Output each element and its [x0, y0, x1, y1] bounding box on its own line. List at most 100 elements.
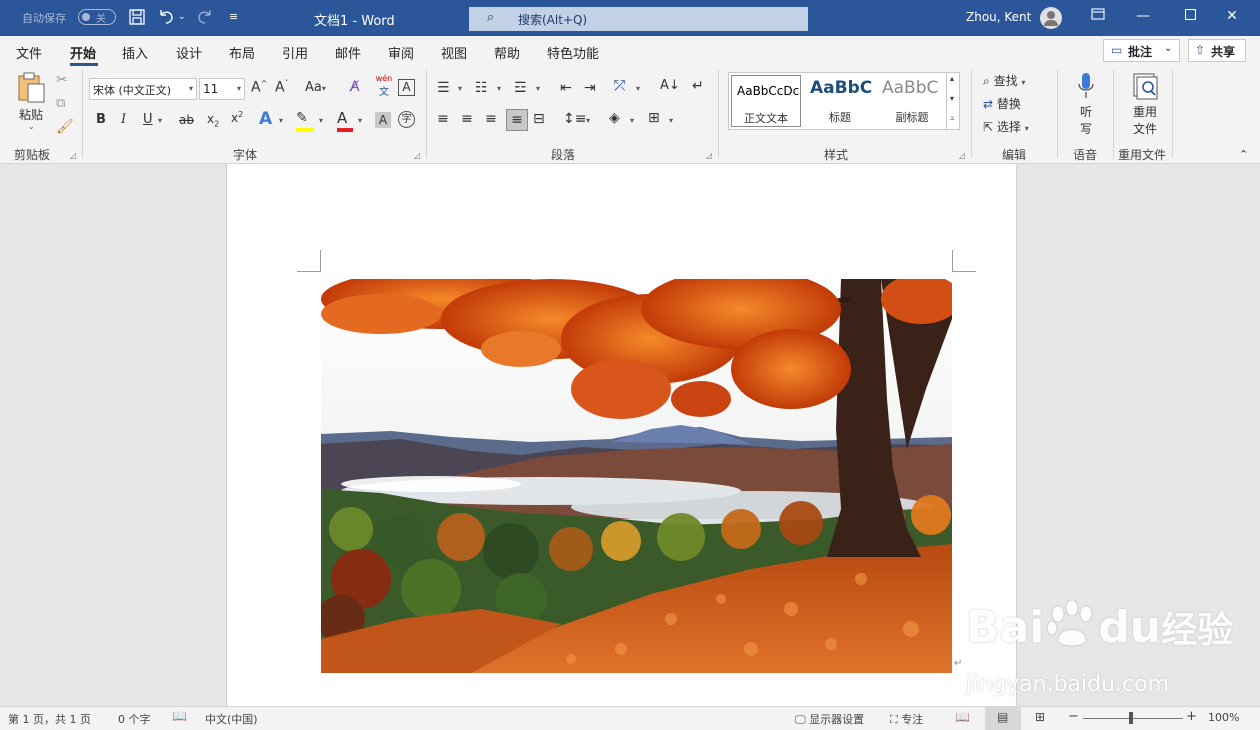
tab-layout[interactable]: 布局	[229, 43, 255, 62]
autumn-tree-image[interactable]	[321, 279, 952, 673]
focus-button[interactable]: ⛶ 专注	[890, 711, 923, 727]
increase-indent-icon[interactable]: ⇥	[584, 80, 596, 96]
align-left-icon[interactable]: ≡	[437, 111, 449, 127]
styles-scroll[interactable]: ▴ ▾ ⩡	[946, 72, 960, 130]
character-shading-icon[interactable]: A	[375, 112, 391, 128]
redo-icon[interactable]	[196, 8, 214, 30]
word-count[interactable]: 0 个字	[118, 711, 151, 727]
underline-icon[interactable]: U	[143, 112, 153, 127]
highlight-icon[interactable]: ✎	[296, 110, 314, 132]
undo-dropdown-icon[interactable]: ⌄	[178, 12, 186, 22]
read-mode-icon[interactable]: 📖	[955, 710, 970, 724]
tab-review[interactable]: 审阅	[388, 43, 414, 62]
decrease-indent-icon[interactable]: ⇤	[560, 80, 572, 96]
multilevel-list-icon[interactable]: ☲	[514, 80, 527, 96]
page-count[interactable]: 第 1 页，共 1 页	[8, 711, 91, 727]
change-case-button[interactable]: Aa▾	[305, 80, 326, 95]
replace-button[interactable]: ⇄ 替换	[983, 95, 1021, 112]
character-border-icon[interactable]: A	[398, 79, 415, 96]
numbering-icon[interactable]: ☷	[475, 80, 488, 96]
chevron-down-icon[interactable]: ▾	[669, 116, 673, 125]
cut-icon[interactable]: ✂	[56, 72, 68, 88]
autosave-toggle[interactable]: 关	[78, 9, 116, 25]
document-page[interactable]: ↵	[226, 164, 1017, 706]
display-settings-button[interactable]: 🖵 显示器设置	[795, 711, 864, 727]
style-heading[interactable]: AaBbC 标题	[805, 75, 875, 127]
share-button[interactable]: ⇧ 共享	[1188, 39, 1246, 62]
clipboard-launcher-icon[interactable]: ◿	[70, 151, 76, 160]
font-launcher-icon[interactable]: ◿	[414, 151, 420, 160]
enclose-characters-icon[interactable]: 字	[398, 111, 415, 128]
ribbon-display-icon[interactable]	[1088, 8, 1108, 24]
paragraph-launcher-icon[interactable]: ◿	[706, 151, 712, 160]
user-name[interactable]: Zhou, Kent	[966, 10, 1031, 24]
style-subtitle[interactable]: AaBbC 副标题	[877, 75, 947, 127]
superscript-icon[interactable]: x2	[231, 110, 243, 125]
select-button[interactable]: ⇱ 选择 ▾	[983, 118, 1029, 135]
proofing-icon[interactable]: 📖	[172, 709, 187, 723]
line-spacing-icon[interactable]: ↕≡	[563, 111, 586, 127]
tab-mailings[interactable]: 邮件	[335, 43, 361, 62]
minimize-icon[interactable]: —	[1133, 8, 1153, 24]
font-name-dropdown[interactable]: 宋体 (中文正文) ▾	[89, 78, 197, 100]
tab-view[interactable]: 视图	[441, 43, 467, 62]
dictate-button[interactable]: 听 写	[1072, 72, 1100, 137]
tab-references[interactable]: 引用	[282, 43, 308, 62]
style-normal[interactable]: AaBbCcDc 正文文本	[731, 75, 801, 127]
comments-button[interactable]: ▭ 批注 ⌄	[1103, 39, 1180, 62]
zoom-level[interactable]: 100%	[1208, 711, 1239, 724]
clear-formatting-icon[interactable]: A̸	[350, 79, 360, 95]
shading-icon[interactable]: ◈	[609, 110, 620, 126]
sort-icon[interactable]: A↓	[660, 78, 680, 93]
chevron-down-icon[interactable]: ▾	[586, 116, 590, 125]
font-size-dropdown[interactable]: 11 ▾	[199, 78, 245, 100]
print-layout-icon[interactable]: ▤	[997, 710, 1008, 724]
asian-layout-icon[interactable]: ⤱	[614, 78, 625, 94]
text-effects-icon[interactable]: A	[259, 109, 272, 129]
zoom-slider-thumb[interactable]	[1129, 712, 1133, 724]
subscript-icon[interactable]: x2	[207, 112, 219, 128]
font-color-icon[interactable]: A	[337, 109, 353, 132]
chevron-down-icon[interactable]: ▾	[158, 116, 162, 125]
bullets-icon[interactable]: ☰	[437, 80, 450, 96]
borders-icon[interactable]: ⊞	[648, 110, 660, 126]
copy-icon[interactable]: ⧉	[56, 96, 65, 111]
tab-insert[interactable]: 插入	[122, 43, 148, 62]
chevron-down-icon[interactable]: ▾	[319, 116, 323, 125]
italic-icon[interactable]: I	[121, 112, 126, 127]
scroll-down-icon[interactable]: ▾	[950, 94, 954, 103]
tab-file[interactable]: 文件	[16, 43, 42, 62]
tab-design[interactable]: 设计	[176, 43, 202, 62]
more-styles-icon[interactable]: ⩡	[950, 114, 955, 124]
language-indicator[interactable]: 中文(中国)	[205, 711, 258, 727]
close-icon[interactable]: ✕	[1222, 8, 1242, 24]
chevron-down-icon[interactable]: ▾	[536, 84, 540, 93]
collapse-ribbon-icon[interactable]: ⌃	[1239, 148, 1248, 161]
justify-icon[interactable]: ≡	[506, 109, 528, 131]
chevron-down-icon[interactable]: ▾	[358, 116, 362, 125]
chevron-down-icon[interactable]: ▾	[636, 84, 640, 93]
reuse-files-button[interactable]: 重用 文件	[1128, 72, 1162, 137]
paste-button[interactable]: 粘贴 ⌄	[16, 72, 50, 134]
strikethrough-icon[interactable]: ab	[179, 113, 194, 127]
shrink-font-icon[interactable]: Aˇ	[275, 79, 289, 96]
zoom-in-icon[interactable]: +	[1186, 709, 1197, 724]
find-button[interactable]: ⌕ 查找 ▾	[983, 72, 1025, 89]
chevron-down-icon[interactable]: ▾	[630, 116, 634, 125]
undo-icon[interactable]	[157, 8, 175, 30]
phonetic-guide-button[interactable]: wén 文	[374, 74, 394, 98]
grow-font-icon[interactable]: A^	[251, 79, 267, 96]
avatar[interactable]	[1040, 7, 1062, 29]
scroll-up-icon[interactable]: ▴	[950, 74, 954, 83]
styles-launcher-icon[interactable]: ◿	[959, 151, 965, 160]
chevron-down-icon[interactable]: ▾	[497, 84, 501, 93]
align-right-icon[interactable]: ≡	[485, 111, 497, 127]
tab-help[interactable]: 帮助	[494, 43, 520, 62]
tab-features[interactable]: 特色功能	[547, 43, 599, 62]
show-marks-icon[interactable]: ↵	[692, 78, 704, 94]
zoom-out-icon[interactable]: −	[1068, 709, 1079, 724]
customize-toolbar-icon[interactable]: ≡	[229, 10, 238, 23]
search-box[interactable]: ⌕ 搜索(Alt+Q)	[469, 7, 808, 31]
save-icon[interactable]	[128, 8, 146, 30]
tab-home[interactable]: 开始	[70, 43, 96, 62]
